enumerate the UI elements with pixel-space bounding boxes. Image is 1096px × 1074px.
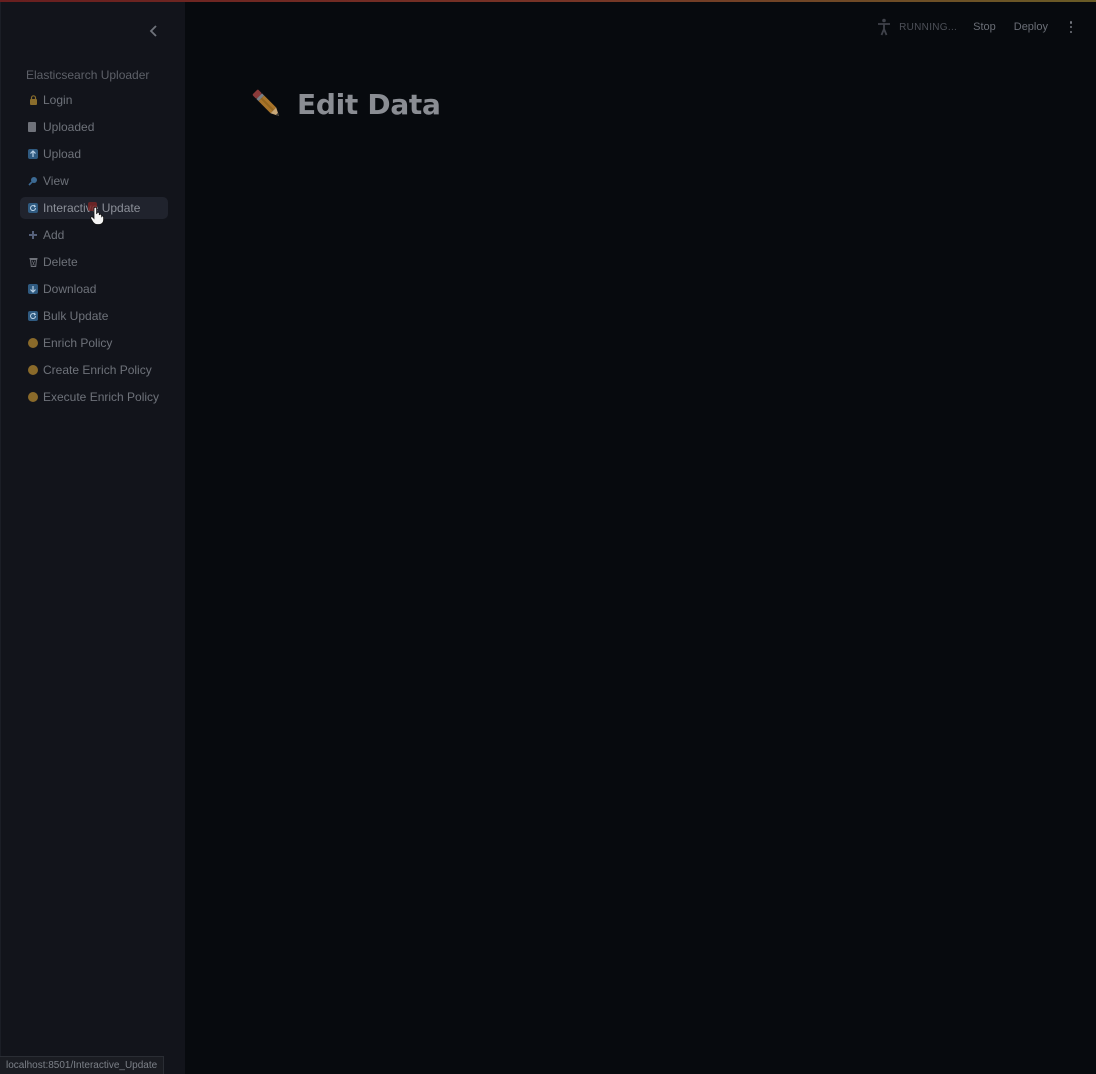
lock-icon	[28, 95, 38, 105]
magnifier-icon	[28, 176, 38, 186]
page-title: Edit Data	[297, 87, 441, 121]
sidebar-item-label: Download	[43, 282, 97, 296]
sidebar-nav: Login Uploaded Upload View Interactive U…	[20, 89, 168, 413]
sidebar-item-label: Login	[43, 93, 73, 107]
kebab-dot	[1069, 30, 1073, 33]
sidebar-item-label: Upload	[43, 147, 82, 161]
stop-button[interactable]: Stop	[973, 21, 996, 33]
sidebar-item-label: Create Enrich Policy	[43, 363, 152, 377]
sidebar-item-create-enrich-policy[interactable]: Create Enrich Policy	[20, 359, 168, 381]
sidebar-item-login[interactable]: Login	[20, 89, 168, 111]
plus-icon	[28, 230, 38, 240]
deploy-button[interactable]: Deploy	[1014, 21, 1048, 33]
kebab-dot	[1069, 25, 1073, 29]
sidebar-item-label: Uploaded	[43, 120, 95, 134]
circle-icon	[28, 365, 38, 375]
sidebar-item-add[interactable]: Add	[20, 224, 168, 246]
collapse-sidebar-button[interactable]	[145, 22, 163, 40]
sidebar-item-label: Enrich Policy	[43, 336, 113, 350]
link-preview-statusbar: localhost:8501/Interactive_Update	[0, 1056, 165, 1074]
circle-icon	[28, 338, 38, 348]
app-window: Elasticsearch Uploader Login Uploaded Up…	[0, 0, 1096, 1074]
app-title: Elasticsearch Uploader	[26, 68, 150, 82]
chevron-left-icon	[149, 25, 157, 37]
refresh-icon	[28, 311, 38, 321]
kebab-dot	[1069, 21, 1073, 24]
running-status: RUNNING...	[899, 21, 958, 33]
sidebar-item-upload[interactable]: Upload	[20, 143, 168, 165]
sidebar-item-label: Add	[43, 228, 65, 242]
click-indicator	[88, 202, 97, 211]
sidebar-item-uploaded[interactable]: Uploaded	[20, 116, 168, 138]
document-icon	[28, 122, 36, 132]
sidebar: Elasticsearch Uploader Login Uploaded Up…	[0, 2, 185, 1074]
sidebar-item-bulk-update[interactable]: Bulk Update	[20, 305, 168, 327]
sidebar-item-download[interactable]: Download	[20, 278, 168, 300]
top-toolbar: RUNNING... Stop Deploy	[877, 17, 1076, 37]
sidebar-item-label: Delete	[43, 255, 78, 269]
running-figure-icon	[878, 18, 891, 36]
sidebar-item-view[interactable]: View	[20, 170, 168, 192]
upload-arrow-icon	[28, 149, 38, 159]
sidebar-item-label: Execute Enrich Policy	[43, 390, 160, 404]
sidebar-item-label: View	[43, 174, 69, 188]
sidebar-item-delete[interactable]: Delete	[20, 251, 168, 273]
refresh-icon	[28, 203, 38, 213]
page-header: Edit Data	[249, 86, 441, 122]
main-menu-button[interactable]	[1066, 20, 1076, 34]
sidebar-item-enrich-policy[interactable]: Enrich Policy	[20, 332, 168, 354]
circle-icon	[28, 392, 38, 402]
pencil-icon	[252, 89, 280, 117]
sidebar-item-label: Bulk Update	[43, 309, 109, 323]
download-arrow-icon	[28, 284, 38, 294]
wastebasket-icon	[28, 257, 38, 267]
sidebar-item-execute-enrich-policy[interactable]: Execute Enrich Policy	[20, 386, 168, 408]
